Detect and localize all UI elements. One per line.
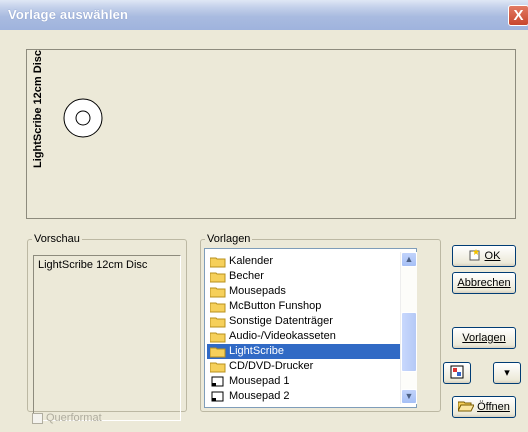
- list-item-label: CD/DVD-Drucker: [229, 360, 314, 372]
- list-item-label: Mousepad 1: [229, 375, 290, 387]
- template-listbox[interactable]: Kalender Becher Mousepads McButton Funsh…: [204, 248, 417, 408]
- vorschau-legend: Vorschau: [34, 233, 80, 245]
- querformat-checkbox[interactable]: Querformat: [32, 412, 102, 424]
- window-title: Vorlage auswählen: [8, 7, 129, 22]
- list-item[interactable]: Becher: [207, 269, 264, 284]
- folder-icon: [210, 287, 226, 298]
- template-preview-area: LightScribe 12cm Disc: [26, 49, 516, 219]
- list-item-label: LightScribe: [229, 345, 285, 357]
- list-item[interactable]: Sonstige Datenträger: [207, 314, 333, 329]
- oeffnen-label: Öffnen: [477, 401, 510, 413]
- list-item[interactable]: Mousepad 1: [207, 374, 290, 389]
- list-item-label: Audio-/Videokasseten: [229, 330, 336, 342]
- list-item-selected[interactable]: LightScribe: [207, 344, 403, 359]
- oeffnen-button[interactable]: Öffnen: [452, 396, 516, 418]
- vorlagen-legend: Vorlagen: [207, 233, 251, 245]
- layout-options-button[interactable]: [443, 362, 471, 384]
- template-ok-icon: [469, 249, 480, 261]
- scroll-up-icon[interactable]: ▲: [401, 252, 417, 267]
- list-item[interactable]: Mousepad 2: [207, 389, 290, 404]
- disc-icon: [63, 98, 103, 138]
- list-item-label: Sonstige Datenträger: [229, 315, 333, 327]
- folder-icon: [210, 317, 226, 328]
- list-item-label: McButton Funshop: [229, 300, 322, 312]
- ok-label: OK: [484, 250, 501, 262]
- preview-vertical-label: LightScribe 12cm Disc: [32, 50, 44, 168]
- vorlagen-label: Vorlagen: [462, 332, 506, 344]
- folder-icon: [210, 362, 226, 373]
- list-item[interactable]: Kalender: [207, 254, 273, 269]
- title-bar: Vorlage auswählen X: [0, 0, 528, 30]
- chevron-down-icon: ▾: [504, 367, 510, 379]
- vorschau-group: Vorschau LightScribe 12cm Disc: [27, 233, 187, 421]
- folder-icon: [210, 272, 226, 283]
- abbrechen-button[interactable]: Abbrechen: [452, 272, 516, 294]
- vorlagen-button[interactable]: Vorlagen: [452, 327, 516, 349]
- list-item-label: Mousepads: [229, 285, 286, 297]
- list-item-label: Kalender: [229, 255, 274, 267]
- template-icon: [211, 376, 224, 387]
- vorschau-box: LightScribe 12cm Disc: [33, 255, 181, 421]
- folder-icon: [210, 257, 226, 268]
- dropdown-button[interactable]: ▾: [493, 362, 521, 384]
- checkbox-icon[interactable]: [32, 412, 43, 424]
- querformat-label: Querformat: [46, 412, 102, 424]
- abbrechen-label: Abbrechen: [457, 277, 511, 289]
- layout-icon: [450, 365, 464, 379]
- folder-icon: [210, 302, 226, 313]
- close-button[interactable]: X: [508, 5, 528, 26]
- list-scrollbar[interactable]: ▲ ▼: [400, 252, 417, 404]
- ok-button[interactable]: OK: [452, 245, 516, 267]
- template-icon: [211, 391, 224, 402]
- folder-icon: [210, 332, 226, 343]
- scroll-down-icon[interactable]: ▼: [401, 389, 417, 404]
- list-item[interactable]: Mousepads: [207, 284, 286, 299]
- list-item[interactable]: CD/DVD-Drucker: [207, 359, 313, 374]
- scroll-thumb[interactable]: [401, 312, 417, 372]
- folder-icon: [210, 347, 226, 358]
- list-item-label: Becher: [229, 270, 264, 282]
- vorschau-text: LightScribe 12cm Disc: [38, 259, 148, 271]
- list-item-label: Mousepad 2: [229, 390, 290, 402]
- list-item[interactable]: McButton Funshop: [207, 299, 321, 314]
- list-item[interactable]: Audio-/Videokasseten: [207, 329, 336, 344]
- folder-open-icon: [457, 401, 475, 412]
